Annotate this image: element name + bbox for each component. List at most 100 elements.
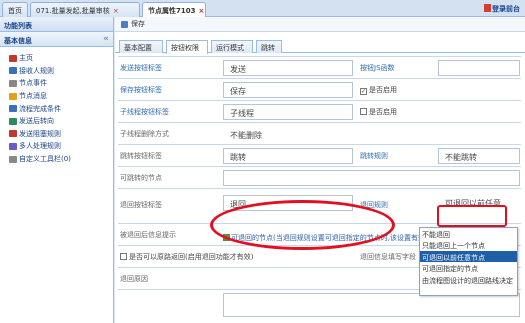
- close-icon[interactable]: ×: [198, 7, 204, 15]
- sidebar-item[interactable]: 接收人规则: [0, 65, 113, 78]
- dropdown-option[interactable]: 不能退回: [420, 228, 517, 239]
- checkbox-icon: [360, 108, 367, 115]
- login-frontend-label: 登录前台: [492, 5, 520, 13]
- tab-batch-label: 071.批量发起,批量审核: [36, 7, 110, 15]
- return-reason-label: 退回原因: [120, 275, 148, 283]
- login-frontend-link[interactable]: 登录前台: [484, 4, 520, 14]
- sidebar: 功能列表 基本信息 « 主页接收人规则节点事件节点消息流程完成条件 发送后转向发送阻…: [0, 17, 114, 323]
- nav-icon: [9, 130, 17, 138]
- dropdown-option[interactable]: 可退回指定的节点: [420, 262, 517, 273]
- sidebar-item-label: 流程完成条件: [19, 104, 61, 113]
- send-js-label: 按钮JS函数: [360, 64, 395, 72]
- subflow-enable-checkbox[interactable]: 是否启用: [360, 107, 397, 117]
- jump-nodes-label: 可跳转的节点: [120, 174, 162, 182]
- subflow-enable-label: 是否启用: [369, 108, 397, 116]
- sidebar-item-label: 发送阻塞规则: [19, 129, 61, 138]
- sidebar-item[interactable]: 发送阻塞规则: [0, 128, 113, 141]
- return-label: 退回按钮标签: [120, 201, 162, 209]
- tab-batch[interactable]: 071.批量发起,批量审核 ×: [30, 2, 140, 17]
- jump-nodes-input[interactable]: [223, 170, 520, 186]
- return-reason-input[interactable]: [223, 293, 520, 317]
- save-enable-checkbox[interactable]: ✓ 是否启用: [360, 85, 397, 95]
- form-row-jump-nodes: 可跳转的节点: [118, 166, 521, 188]
- nav-icon: [9, 79, 17, 87]
- form-row-subflow: 子线程按钮标签 子线程 是否启用: [118, 100, 521, 122]
- returnable-nodes-label: 可退回的节点(当退回规则设置可退回指定的节点时,该设置有效): [231, 234, 428, 242]
- sidebar-item[interactable]: 节点事件: [0, 77, 113, 90]
- return-back-checkbox[interactable]: 是否可以原路返回(启用退回功能才有效): [120, 252, 253, 262]
- top-tab-bar: 首页 071.批量发起,批量审核 × 节点属性7103 × 登录前台: [0, 0, 525, 18]
- sidebar-item-label: 节点事件: [19, 79, 47, 88]
- tab-jump[interactable]: 跳转: [256, 40, 282, 53]
- subflow-input[interactable]: 子线程: [223, 104, 353, 120]
- form-row-return: 退回按钮标签 退回 退回规则 可退回以前任意: [118, 188, 521, 223]
- sidebar-item-label: 主页: [19, 54, 33, 63]
- save-btn-label: 保存按钮标签: [120, 86, 162, 94]
- subflow-del-select[interactable]: 不能删除: [223, 126, 520, 142]
- tab-node-attrs[interactable]: 节点属性7103 ×: [142, 2, 206, 18]
- tab-button-perm-label: 按钮权限: [171, 44, 199, 52]
- sidebar-item[interactable]: 多人处理规则: [0, 140, 113, 153]
- nav-icon: [9, 105, 17, 113]
- checkbox-icon: [120, 253, 127, 260]
- sidebar-section-label: 基本信息: [4, 37, 32, 45]
- return-rule-dropdown[interactable]: 不能退回 只能退回上一个节点 可退回以前任意节点 可退回指定的节点 由流程图设计的退回路…: [419, 227, 518, 296]
- subflow-del-label: 子线程删除方式: [120, 130, 169, 138]
- send-js-input[interactable]: [438, 60, 520, 76]
- sidebar-item-label: 自定义工具栏(0): [19, 155, 71, 164]
- tab-run-mode-label: 运行模式: [216, 44, 244, 52]
- return-tip-label: 被退回后信息提示: [120, 231, 176, 239]
- nav-icon: [9, 142, 17, 150]
- tab-basic-label: 基本配置: [124, 44, 152, 52]
- sidebar-item[interactable]: 自定义工具栏(0): [0, 153, 113, 166]
- save-btn-input[interactable]: 保存: [223, 82, 353, 98]
- sidebar-item[interactable]: 节点消息: [0, 90, 113, 103]
- nav-icon: [9, 155, 17, 163]
- toolbar: 保存: [115, 17, 525, 32]
- return-rule-label: 退回规则: [360, 201, 388, 209]
- returnable-nodes-link[interactable]: 可退回的节点(当退回规则设置可退回指定的节点时,该设置有效): [223, 233, 428, 243]
- tab-home[interactable]: 首页: [2, 2, 28, 17]
- dropdown-option[interactable]: 由流程图设计的退回路线决定: [420, 274, 517, 285]
- jump-label: 跳转按钮标签: [120, 152, 162, 160]
- form-row-save: 保存按钮标签 保存 ✓ 是否启用: [118, 78, 521, 100]
- tab-run-mode[interactable]: 运行模式: [211, 40, 253, 53]
- tab-jump-label: 跳转: [261, 44, 275, 52]
- sub-tab-bar: 基本配置 按钮权限 运行模式 跳转: [115, 38, 525, 54]
- save-icon: [121, 20, 128, 28]
- return-rule-select[interactable]: 可退回以前任意: [439, 195, 505, 211]
- close-icon[interactable]: ×: [113, 7, 119, 15]
- form-row-subflow-del: 子线程删除方式 不能删除: [118, 122, 521, 144]
- subflow-label: 子线程按钮标签: [120, 108, 169, 116]
- sidebar-item[interactable]: 流程完成条件: [0, 102, 113, 115]
- sidebar-title: 功能列表: [0, 17, 113, 32]
- collapse-icon[interactable]: «: [103, 34, 109, 44]
- nav-icon: [9, 54, 17, 62]
- return-input[interactable]: 退回: [223, 195, 353, 211]
- tab-node-attrs-label: 节点属性7103: [148, 7, 196, 15]
- sidebar-item-label: 节点消息: [19, 92, 47, 101]
- door-icon: [484, 4, 491, 12]
- return-info-label: 退回信息填写字段: [360, 253, 416, 261]
- send-label: 发送按钮标签: [120, 64, 162, 72]
- node-icon: [223, 234, 230, 241]
- sidebar-item-label: 发送后转向: [19, 117, 54, 126]
- sidebar-item-label: 接收人规则: [19, 66, 54, 75]
- dropdown-option[interactable]: 只能退回上一个节点: [420, 239, 517, 250]
- sidebar-item[interactable]: 主页: [0, 52, 113, 65]
- tab-button-perm[interactable]: 按钮权限: [166, 40, 208, 54]
- tab-basic[interactable]: 基本配置: [119, 40, 163, 53]
- sidebar-section-header[interactable]: 基本信息 «: [0, 32, 113, 47]
- dropdown-option[interactable]: 可退回以前任意节点: [420, 250, 517, 263]
- form-row-jump: 跳转按钮标签 跳转 跳转规则 不能跳转: [118, 144, 521, 166]
- sidebar-item[interactable]: 发送后转向: [0, 115, 113, 128]
- nav-icon: [9, 67, 17, 75]
- jump-input[interactable]: 跳转: [223, 148, 353, 164]
- send-input[interactable]: 发送: [223, 60, 353, 76]
- save-button[interactable]: 保存: [131, 19, 145, 29]
- tab-home-label: 首页: [8, 7, 22, 15]
- jump-rule-label: 跳转规则: [360, 152, 388, 160]
- nav-icon: [9, 92, 17, 100]
- jump-rule-select[interactable]: 不能跳转: [438, 148, 520, 164]
- sidebar-item-label: 多人处理规则: [19, 142, 61, 151]
